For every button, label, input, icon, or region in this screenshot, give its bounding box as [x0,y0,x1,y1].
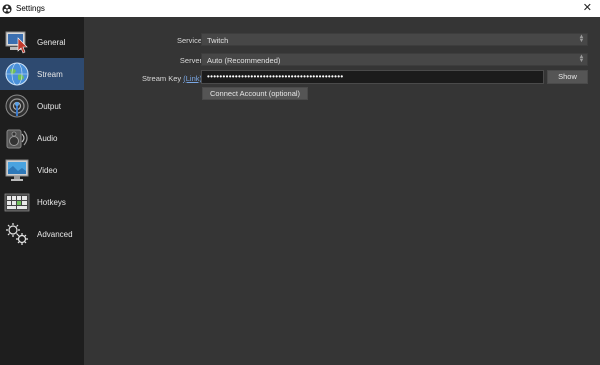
settings-sidebar: General Stream Output Audio Video Hotkey… [0,17,84,365]
speaker-icon [3,124,31,152]
obs-logo-icon [2,3,12,14]
sidebar-item-label: Output [37,101,62,111]
stream-key-input[interactable]: ••••••••••••••••••••••••••••••••••••••••… [201,70,544,84]
keyboard-icon [3,188,31,216]
sidebar-item-label: Audio [37,133,58,143]
connect-account-button[interactable]: Connect Account (optional) [202,87,308,100]
close-icon[interactable]: ✕ [583,2,592,14]
sidebar-item-advanced[interactable]: Advanced [0,218,84,250]
sidebar-item-label: Hotkeys [37,197,66,207]
stream-key-label: Stream Key (Link) [142,74,202,83]
sidebar-item-hotkeys[interactable]: Hotkeys [0,186,84,218]
sidebar-item-label: Video [37,165,58,175]
show-key-button[interactable]: Show [547,70,588,84]
sidebar-item-video[interactable]: Video [0,154,84,186]
sidebar-item-general[interactable]: General [0,26,84,58]
stream-key-label-text: Stream Key [141,74,182,83]
select-arrows-icon: ▲ ▼ [578,54,585,64]
window-title: Settings [16,4,45,13]
broadcast-icon [3,92,31,120]
service-label: Service [176,36,202,45]
server-label: Server [179,56,202,65]
server-value: Auto (Recommended) [207,56,281,65]
select-arrows-icon: ▲ ▼ [578,34,585,44]
service-select[interactable]: Twitch ▲ ▼ [201,33,588,46]
sidebar-item-label: Advanced [37,229,73,239]
stream-settings-panel: Service Twitch ▲ ▼ Server Auto (Recommend… [84,17,600,365]
display-icon [3,156,31,184]
monitor-cursor-icon [3,28,31,56]
title-bar: Settings ✕ [0,0,600,17]
stream-key-link[interactable]: (Link) [183,74,202,83]
sidebar-item-output[interactable]: Output [0,90,84,122]
server-select[interactable]: Auto (Recommended) ▲ ▼ [201,53,588,66]
sidebar-item-label: Stream [37,69,63,79]
service-value: Twitch [207,36,229,45]
sidebar-item-audio[interactable]: Audio [0,122,84,154]
sidebar-item-stream[interactable]: Stream [0,58,84,90]
gears-icon [3,220,31,248]
globe-icon [3,60,31,88]
sidebar-item-label: General [37,37,66,47]
